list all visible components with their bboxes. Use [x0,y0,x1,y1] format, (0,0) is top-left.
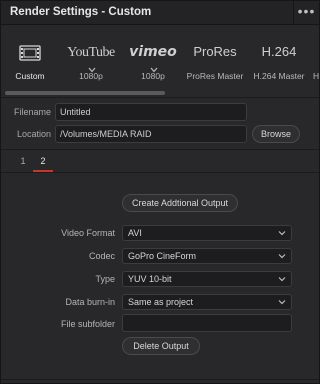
preset-custom-label: Custom [15,71,45,81]
tab-1[interactable]: 1 [13,150,33,172]
video-format-select[interactable]: AVI [122,225,292,241]
vimeo-logo-text: vimeo [129,44,177,60]
type-label: Type [95,274,115,284]
data-burn-in-select[interactable]: Same as project [122,294,292,310]
chevron-down-icon [278,300,286,305]
file-subfolder-input[interactable] [122,314,292,332]
h264-logo: H.264 [249,43,309,63]
filename-input[interactable]: Untitled [55,103,247,121]
presets-scrollbar[interactable] [1,91,319,96]
preset-partial-label: H [313,71,320,81]
type-value: YUV 10-bit [128,274,172,284]
youtube-logo: YouTube [61,43,121,73]
render-settings-window: Render Settings - Custom ••• Custom YouT… [0,0,320,384]
create-additional-output-button[interactable]: Create Addtional Output [122,194,238,212]
preset-youtube-label: 1080p [79,71,103,81]
chevron-down-icon [278,254,286,259]
type-select[interactable]: YUV 10-bit [122,271,292,287]
preset-custom[interactable]: Custom [7,25,53,91]
video-format-value: AVI [128,228,142,238]
prores-logo: ProRes [185,43,245,63]
presets-strip: Custom YouTube 1080p vimeo 1080p ProRes … [1,25,319,97]
preset-h264[interactable]: H.264 H.264 Master [249,25,309,91]
chevron-down-icon [278,231,286,236]
delete-output-button[interactable]: Delete Output [122,337,200,355]
title-bar: Render Settings - Custom ••• [1,1,319,25]
data-burn-in-label: Data burn-in [65,297,115,307]
data-burn-in-value: Same as project [128,297,194,307]
bottom-divider [1,379,319,380]
preset-youtube[interactable]: YouTube 1080p [61,25,121,91]
location-label: Location [16,129,51,139]
preset-vimeo-label: 1080p [141,71,165,81]
vimeo-logo: vimeo [123,43,183,73]
file-section: Filename Untitled Location /Volumes/MEDI… [1,97,319,147]
output-tabs: 1 2 [1,149,319,173]
codec-value: GoPro CineForm [128,251,197,261]
preset-prores-label: ProRes Master [186,71,244,81]
preset-partial[interactable]: H [313,25,320,91]
browse-button[interactable]: Browse [252,125,300,143]
video-format-label: Video Format [61,228,115,238]
codec-select[interactable]: GoPro CineForm [122,248,292,264]
presets-scrollbar-thumb[interactable] [5,91,165,95]
more-options-icon[interactable]: ••• [293,1,319,24]
file-subfolder-label: File subfolder [60,319,115,329]
preset-vimeo[interactable]: vimeo 1080p [123,25,183,91]
prores-logo-text: ProRes [193,44,237,59]
filename-label: Filename [13,107,51,117]
preset-prores[interactable]: ProRes ProRes Master [185,25,245,91]
tab-2[interactable]: 2 [33,150,53,172]
youtube-logo-text: YouTube [67,45,115,60]
chevron-down-icon [278,277,286,282]
film-icon [7,43,53,63]
preset-h264-label: H.264 Master [253,71,305,81]
window-title: Render Settings - Custom [10,6,152,18]
h264-logo-text: H.264 [261,44,297,59]
location-input[interactable]: /Volumes/MEDIA RAID [55,125,247,143]
codec-label: Codec [88,251,115,261]
